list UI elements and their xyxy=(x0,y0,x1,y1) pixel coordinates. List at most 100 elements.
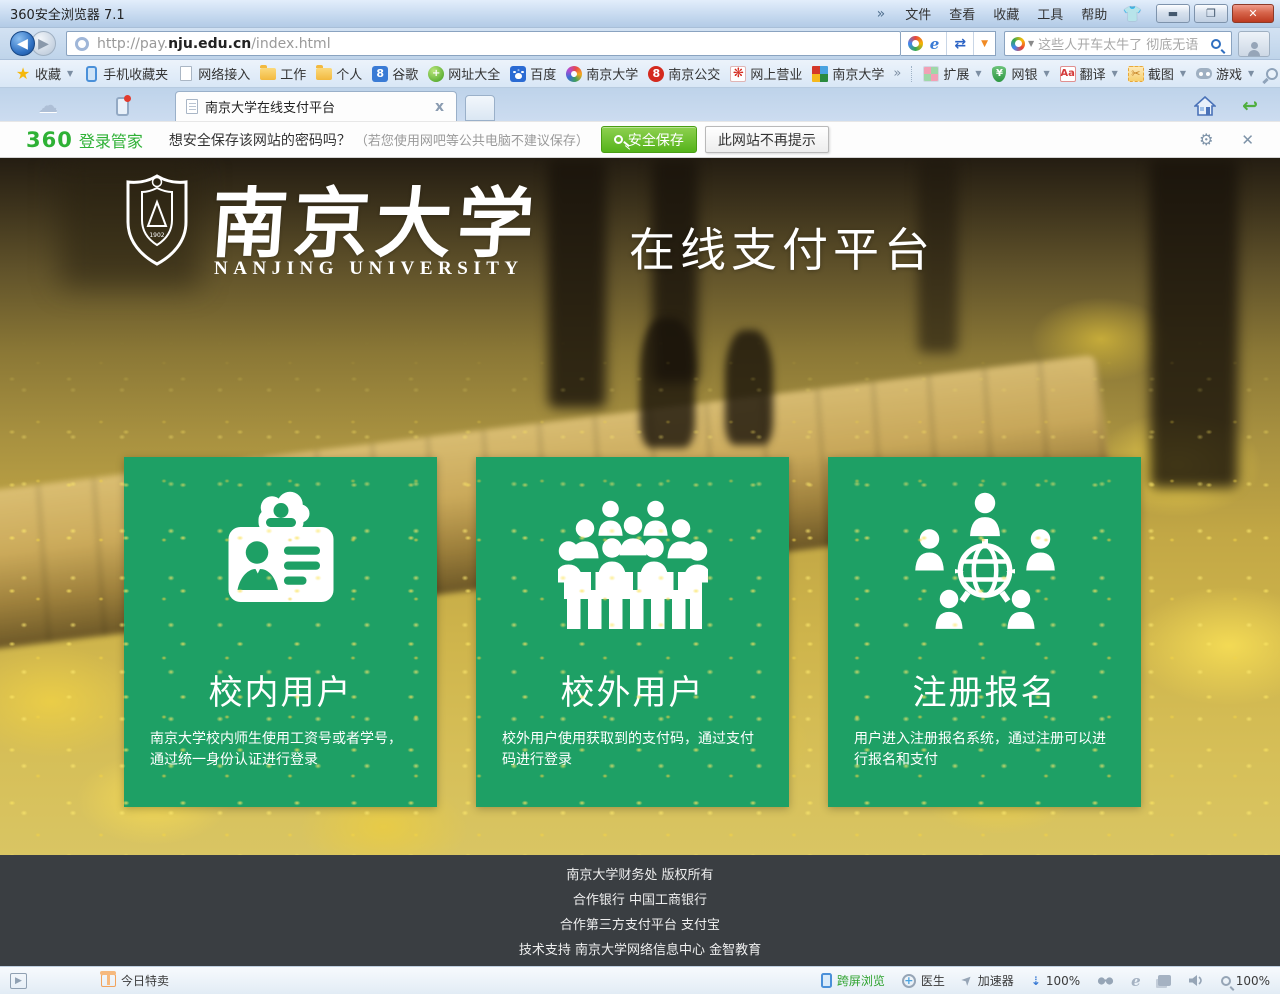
bookmark-nju-2[interactable]: 南京大学 xyxy=(807,63,889,85)
minimize-button[interactable]: ▬ xyxy=(1156,4,1190,23)
search-engine-dropdown-icon[interactable]: ▼ xyxy=(1028,39,1034,48)
bookmark-mobile-favorites[interactable]: 手机收藏夹 xyxy=(78,63,173,85)
bookmarks-overflow-icon[interactable]: » xyxy=(893,66,901,81)
mode-dropdown-segment: ▼ xyxy=(974,32,995,55)
brand-360-logo: 360 xyxy=(26,128,73,152)
app-title: 360安全浏览器 7.1 xyxy=(10,4,125,23)
tool-extensions[interactable]: 扩展▼ xyxy=(918,63,986,85)
skin-shirt-icon[interactable]: 👕 xyxy=(1123,5,1142,23)
switch-engine-icon[interactable]: ⇄ xyxy=(954,36,966,52)
address-bar[interactable]: http://pay.nju.edu.cn/index.html xyxy=(66,31,901,56)
site-globe-icon xyxy=(75,37,89,51)
tool-games[interactable]: 游戏▼ xyxy=(1191,63,1259,85)
close-bar-icon[interactable]: ✕ xyxy=(1241,131,1254,149)
ie-compat-icon[interactable]: e xyxy=(930,35,940,53)
menu-file[interactable]: 文件 xyxy=(905,4,931,23)
search-submit-icon[interactable] xyxy=(1211,39,1221,49)
menu-tools[interactable]: 工具 xyxy=(1037,4,1063,23)
browser-mode-controls: e ⇄ ▼ xyxy=(901,31,996,56)
password-save-message: 想安全保存该网站的密码吗？ xyxy=(169,130,351,150)
sparkle-icon xyxy=(564,63,585,84)
menu-view[interactable]: 查看 xyxy=(949,4,975,23)
footer-bank: 合作银行 中国工商银行 xyxy=(573,889,707,908)
tab-bar: ☁ 南京大学在线支付平台 x ↩ xyxy=(0,88,1280,122)
menu-overflow-icon[interactable]: » xyxy=(877,6,886,22)
mute-toggle[interactable] xyxy=(1188,974,1204,987)
bookmark-online-business[interactable]: ❋网上营业 xyxy=(725,63,807,85)
bookmark-folder-work[interactable]: 工作 xyxy=(255,63,311,85)
knot-icon: ❋ xyxy=(730,66,746,82)
status-bar: ▶ 今日特卖 跨屏浏览 +医生 ➤加速器 ⇣100% e 100% xyxy=(0,966,1280,994)
today-deals-link[interactable]: 今日特卖 xyxy=(121,972,169,989)
card-external-user[interactable]: 校外用户 校外用户使用获取到的支付码，通过支付码进行登录 xyxy=(476,457,789,807)
card-registration[interactable]: 注册报名 用户进入注册报名系统，通过注册可以进行报名和支付 xyxy=(828,457,1141,807)
close-button[interactable]: ✕ xyxy=(1232,4,1274,23)
menu-help[interactable]: 帮助 xyxy=(1081,4,1107,23)
bookmark-google[interactable]: 8谷歌 xyxy=(367,63,423,85)
save-password-button[interactable]: 安全保存 xyxy=(601,126,697,153)
tab-close-icon[interactable]: x xyxy=(433,99,446,115)
download-icon: ⇣ xyxy=(1031,974,1041,988)
bookmarks-bar: ★收藏▼ 手机收藏夹 网络接入 工作 个人 8谷歌 +网址大全 百度 南京大学 … xyxy=(0,60,1280,88)
bookmark-nanjing-bus[interactable]: 8南京公交 xyxy=(643,63,725,85)
page-zoom[interactable]: 100% xyxy=(1221,974,1270,988)
refresh-segment: ⇄ xyxy=(947,32,974,55)
incognito-toggle[interactable] xyxy=(1097,976,1114,986)
chevron-down-icon: ▼ xyxy=(1248,69,1254,78)
chevron-down-icon: ▼ xyxy=(1180,69,1186,78)
card-description: 南京大学校内师生使用工资号或者学号，通过统一身份认证进行登录 xyxy=(124,729,437,771)
menu-favorites[interactable]: 收藏 xyxy=(993,4,1019,23)
tab-active[interactable]: 南京大学在线支付平台 x xyxy=(175,91,457,121)
ie-mode-icon[interactable]: e xyxy=(1131,972,1141,990)
chevron-down-icon: ▼ xyxy=(67,69,73,78)
back-button[interactable]: ◀ xyxy=(10,31,35,56)
brand-product-name: 登录管家 xyxy=(79,128,143,152)
restore-button[interactable]: ❐ xyxy=(1194,4,1228,23)
extensions-icon xyxy=(923,66,939,82)
browser-doctor[interactable]: +医生 xyxy=(902,972,945,989)
bookmark-network-access[interactable]: 网络接入 xyxy=(173,63,255,85)
gamepad-icon xyxy=(1196,68,1212,79)
home-icon[interactable] xyxy=(1194,96,1216,116)
card-title: 注册报名 xyxy=(913,665,1057,714)
gift-icon xyxy=(101,974,116,987)
search-box[interactable]: ▼ 这些人开车太牛了 彻底无语 xyxy=(1004,31,1232,56)
bookmark-baidu[interactable]: 百度 xyxy=(505,63,561,85)
google-icon: 8 xyxy=(372,66,388,82)
bank-shield-icon: ¥ xyxy=(992,66,1006,82)
sidebar-toggle-icon[interactable]: ▶ xyxy=(10,973,27,989)
user-login-button[interactable] xyxy=(1238,31,1270,57)
url-path: /index.html xyxy=(251,36,330,52)
mobile-tabs-icon[interactable] xyxy=(116,97,129,116)
chevron-down-icon: ▼ xyxy=(975,69,981,78)
folder-icon xyxy=(316,68,332,80)
cloud-sync-icon[interactable]: ☁ xyxy=(38,93,58,117)
tool-login-manager[interactable]: 登录管家 xyxy=(1259,63,1280,85)
tool-online-banking[interactable]: ¥网银▼ xyxy=(986,63,1054,85)
toolbar-divider xyxy=(911,66,912,82)
search-input[interactable]: 这些人开车太牛了 彻底无语 xyxy=(1038,34,1211,53)
navigation-bar: ◀ ▶ http://pay.nju.edu.cn/index.html e ⇄… xyxy=(0,28,1280,60)
bookmark-nju[interactable]: 南京大学 xyxy=(561,63,643,85)
bookmark-folder-personal[interactable]: 个人 xyxy=(311,63,367,85)
speaker-icon xyxy=(1188,974,1204,987)
search-engine-icon[interactable] xyxy=(1011,37,1025,51)
cross-screen-browse[interactable]: 跨屏浏览 xyxy=(821,972,885,989)
new-tab-button[interactable] xyxy=(465,95,495,121)
mode-dropdown-icon[interactable]: ▼ xyxy=(981,39,988,49)
restore-closed-tab-icon[interactable]: ↩ xyxy=(1242,95,1258,117)
card-title: 校内用户 xyxy=(209,665,353,714)
gear-icon[interactable]: ⚙ xyxy=(1199,130,1213,149)
speed-mode-icon[interactable] xyxy=(908,36,923,51)
download-manager[interactable]: ⇣100% xyxy=(1031,974,1080,988)
card-campus-user[interactable]: 校内用户 南京大学校内师生使用工资号或者学号，通过统一身份认证进行登录 xyxy=(124,457,437,807)
accelerator[interactable]: ➤加速器 xyxy=(962,972,1014,989)
bookmark-site-directory[interactable]: +网址大全 xyxy=(423,63,505,85)
bookmark-favorites[interactable]: ★收藏▼ xyxy=(10,63,78,85)
star-icon: ★ xyxy=(15,66,31,82)
tool-screenshot[interactable]: ✂截图▼ xyxy=(1123,63,1191,85)
windows-stack-icon[interactable] xyxy=(1158,975,1171,986)
dismiss-site-button[interactable]: 此网站不再提示 xyxy=(705,126,829,153)
tool-translate[interactable]: Aa翻译▼ xyxy=(1055,63,1123,85)
footer-support: 技术支持 南京大学网络信息中心 金智教育 xyxy=(519,939,761,958)
